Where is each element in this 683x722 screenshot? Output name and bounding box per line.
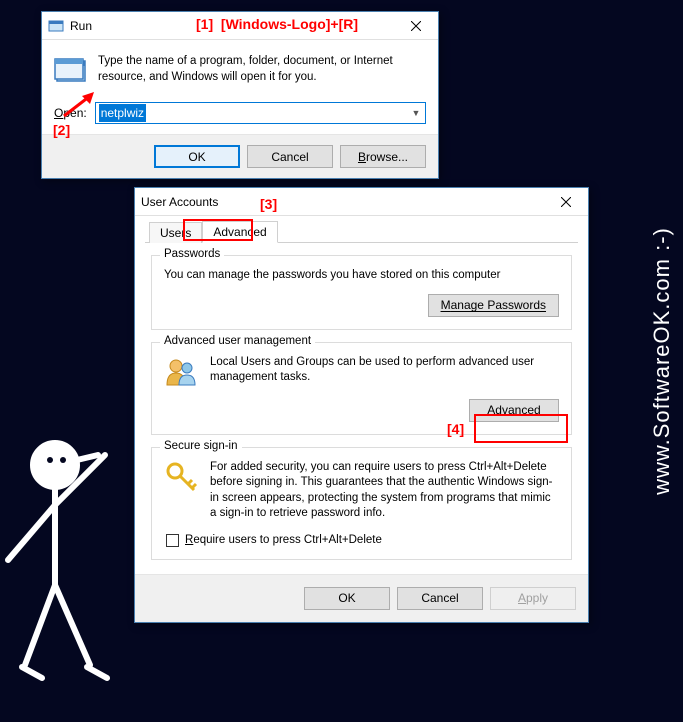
close-icon [561, 197, 571, 207]
ua-title: User Accounts [141, 195, 218, 209]
advanced-button[interactable]: Advanced [469, 399, 559, 422]
open-combobox[interactable]: netplwiz ▼ [95, 102, 426, 124]
require-cad-checkbox[interactable] [166, 534, 179, 547]
close-button[interactable] [394, 12, 438, 40]
ok-button[interactable]: OK [154, 145, 240, 168]
tab-bar: Users Advanced [145, 220, 578, 243]
ua-titlebar[interactable]: User Accounts [135, 188, 588, 216]
annotation-3: [3] [260, 196, 277, 212]
chevron-down-icon[interactable]: ▼ [407, 108, 425, 118]
passwords-text: You can manage the passwords you have st… [164, 268, 559, 284]
secure-group-title: Secure sign-in [160, 440, 242, 452]
open-input-value: netplwiz [99, 104, 146, 122]
advanced-text: Local Users and Groups can be used to pe… [210, 355, 559, 386]
run-dialog: Run Type the name of a program, folder, … [41, 11, 439, 179]
cancel-button[interactable]: Cancel [247, 145, 333, 168]
tab-users[interactable]: Users [149, 222, 202, 243]
secure-signin-group: Secure sign-in For added security, you c… [151, 447, 572, 560]
close-button[interactable] [544, 188, 588, 216]
stick-figure-graphic [0, 420, 140, 700]
users-group-icon [164, 355, 198, 389]
annotation-4: [4] [447, 421, 464, 437]
browse-button[interactable]: Browse... [340, 145, 426, 168]
passwords-group-title: Passwords [160, 248, 224, 260]
passwords-group: Passwords You can manage the passwords y… [151, 255, 572, 330]
ua-button-row: OK Cancel Apply [135, 574, 588, 622]
key-icon [164, 460, 198, 494]
annotation-2: [2] [53, 122, 70, 138]
run-icon [48, 18, 64, 34]
run-description: Type the name of a program, folder, docu… [98, 54, 426, 85]
watermark-text: www.SoftwareOK.com :-) [649, 227, 675, 495]
advanced-management-group: Advanced user management Local Users and… [151, 342, 572, 435]
close-icon [411, 21, 421, 31]
run-title: Run [70, 19, 92, 33]
ok-button[interactable]: OK [304, 587, 390, 610]
run-program-icon [54, 54, 88, 88]
advanced-group-title: Advanced user management [160, 335, 315, 347]
tab-advanced[interactable]: Advanced [202, 221, 277, 243]
apply-button[interactable]: Apply [490, 587, 576, 610]
secure-text: For added security, you can require user… [210, 460, 559, 522]
manage-passwords-button[interactable]: Manage Passwords [428, 294, 559, 317]
cancel-button[interactable]: Cancel [397, 587, 483, 610]
annotation-1: [1] [Windows-Logo]+[R] [196, 16, 358, 32]
user-accounts-dialog: User Accounts Users Advanced Passwords Y… [134, 187, 589, 623]
require-cad-label: Require users to press Ctrl+Alt+Delete [185, 534, 382, 546]
run-button-row: OK Cancel Browse... [42, 134, 438, 178]
annotation-arrow [62, 90, 98, 118]
